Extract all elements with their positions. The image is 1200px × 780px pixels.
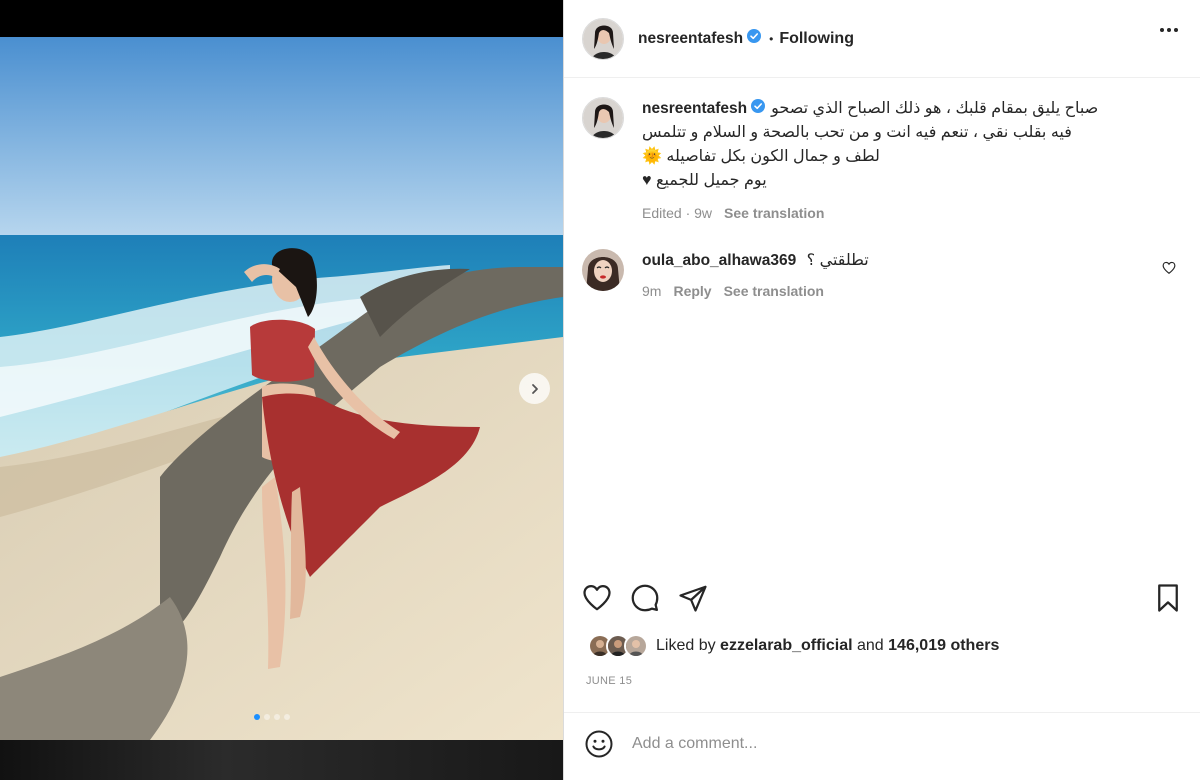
likes-count[interactable]: 146,019 others [888,637,999,655]
liked-by-user[interactable]: ezzelarab_official [720,637,853,655]
avatar [624,634,648,658]
commenter-avatar[interactable] [582,249,624,291]
post-photo[interactable] [0,37,563,740]
carousel-dot [254,714,260,720]
author-username[interactable]: nesreentafesh [638,30,743,48]
post-date[interactable]: JUNE 15 [586,675,632,687]
caption-username[interactable]: nesreentafesh [642,97,747,121]
verified-badge-icon [751,97,766,121]
carousel-dot [264,714,270,720]
caption: nesreentafesh صباح يليق بمقام قلبك ، هو … [582,97,1182,221]
author-avatar[interactable] [582,17,624,60]
reply-button[interactable]: Reply [673,283,711,299]
comment-like-heart-icon[interactable] [1162,261,1176,280]
post-media [0,0,563,780]
more-options-button[interactable] [1160,28,1178,32]
comment-composer [564,712,1200,774]
caption-line: يوم جميل للجميع ♥ [642,172,767,189]
caption-line: صباح يليق بمقام قلبك ، هو ذلك الصباح الذ… [771,100,1099,117]
header-separator: • [769,31,774,46]
comment-username-text: oula_abo_alhawa369 [642,252,797,269]
caption-see-translation-button[interactable]: See translation [724,205,824,221]
verified-badge-icon [747,29,762,48]
emoji-icon[interactable] [584,729,614,759]
liker-avatars[interactable] [588,634,648,658]
comment-item: oula_abo_alhawa369 تطلقتي ؟ 9m Reply See… [582,249,1182,299]
post-details-panel: nesreentafesh • Following nesreentafesh … [563,0,1200,780]
caption-line: فيه بقلب نقي ، تنعم فيه انت و من تحب بال… [642,124,1072,141]
caption-edited-time: Edited · 9w [642,205,713,221]
following-button[interactable]: Following [779,30,854,48]
action-bar [582,578,1182,618]
heart-icon[interactable] [582,583,612,613]
paper-plane-icon[interactable] [678,583,708,613]
carousel-indicator [254,714,290,720]
bookmark-icon[interactable] [1154,583,1182,613]
likes-summary: Liked by ezzelarab_official and 146,019 … [588,634,999,658]
comments-section[interactable]: nesreentafesh صباح يليق بمقام قلبك ، هو … [564,79,1200,574]
comment-see-translation-button[interactable]: See translation [724,283,824,299]
comment-age: 9m [642,283,662,299]
comment-bubble-icon[interactable] [630,583,660,613]
background-strip [0,740,563,780]
liked-by-prefix: Liked by [656,637,716,654]
more-dots-icon [1160,28,1164,32]
post-header: nesreentafesh • Following [564,0,1200,78]
comment-username[interactable]: oula_abo_alhawa369 [642,252,796,269]
chevron-right-icon [531,383,538,394]
comment-text: تطلقتي ؟ [806,252,869,269]
author-avatar[interactable] [582,97,624,139]
carousel-dot [274,714,280,720]
liked-by-and: and [857,637,884,654]
carousel-dot [284,714,290,720]
carousel-next-button[interactable] [519,373,550,404]
caption-line: لطف و جمال الكون بكل تفاصيله 🌞 [642,148,880,165]
comment-input[interactable] [632,734,1092,753]
